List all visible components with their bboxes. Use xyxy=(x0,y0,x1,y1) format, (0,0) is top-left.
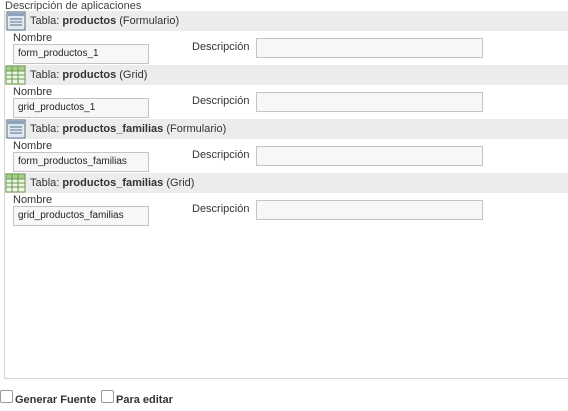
descripcion-label: Descripción xyxy=(192,203,250,215)
table-name: productos xyxy=(62,15,117,27)
descripcion-label: Descripción xyxy=(192,95,250,107)
section-header: Tabla: productos (Formulario) xyxy=(5,11,568,31)
section-header: Tabla: productos_familias (Formulario) xyxy=(5,119,568,139)
para-editar-label: Para editar xyxy=(116,394,173,406)
section-productos-formulario: Tabla: productos (Formulario) Nombre for… xyxy=(5,11,568,65)
nombre-label: Nombre xyxy=(13,140,53,152)
descripcion-input[interactable] xyxy=(256,92,483,112)
grid-icon xyxy=(5,173,27,193)
section-header: Tabla: productos_familias (Grid) xyxy=(5,173,568,193)
section-productos-familias-formulario: Tabla: productos_familias (Formulario) N… xyxy=(5,119,568,173)
para-editar-checkbox[interactable] xyxy=(101,390,114,403)
section-title: Tabla: productos_familias (Formulario) xyxy=(30,123,227,135)
applications-panel: Tabla: productos (Formulario) Nombre for… xyxy=(4,11,568,379)
descripcion-input[interactable] xyxy=(256,200,483,220)
grid-icon xyxy=(5,65,27,85)
section-title: Tabla: productos (Formulario) xyxy=(30,15,180,27)
descripcion-input[interactable] xyxy=(256,38,483,58)
table-name: productos xyxy=(62,69,117,81)
generar-fuente-checkbox[interactable] xyxy=(0,390,13,403)
section-productos-grid: Tabla: productos (Grid) Nombre grid_prod… xyxy=(5,65,568,119)
nombre-input[interactable]: grid_productos_familias xyxy=(13,206,149,226)
generar-fuente-label: Generar Fuente xyxy=(15,394,97,406)
nombre-label: Nombre xyxy=(13,86,53,98)
table-name: productos_familias xyxy=(62,177,164,189)
nombre-label: Nombre xyxy=(13,194,53,206)
descripcion-label: Descripción xyxy=(192,149,250,161)
table-name: productos_familias xyxy=(62,123,164,135)
nombre-input[interactable]: grid_productos_1 xyxy=(13,98,149,118)
form-icon xyxy=(5,119,27,139)
nombre-input[interactable]: form_productos_1 xyxy=(13,44,149,64)
nombre-input[interactable]: form_productos_familias xyxy=(13,152,149,172)
section-title: Tabla: productos_familias (Grid) xyxy=(30,177,195,189)
nombre-label: Nombre xyxy=(13,32,53,44)
descripcion-input[interactable] xyxy=(256,146,483,166)
section-productos-familias-grid: Tabla: productos_familias (Grid) Nombre … xyxy=(5,173,568,227)
section-title: Tabla: productos (Grid) xyxy=(30,69,148,81)
section-header: Tabla: productos (Grid) xyxy=(5,65,568,85)
descripcion-label: Descripción xyxy=(192,41,250,53)
form-icon xyxy=(5,11,27,31)
